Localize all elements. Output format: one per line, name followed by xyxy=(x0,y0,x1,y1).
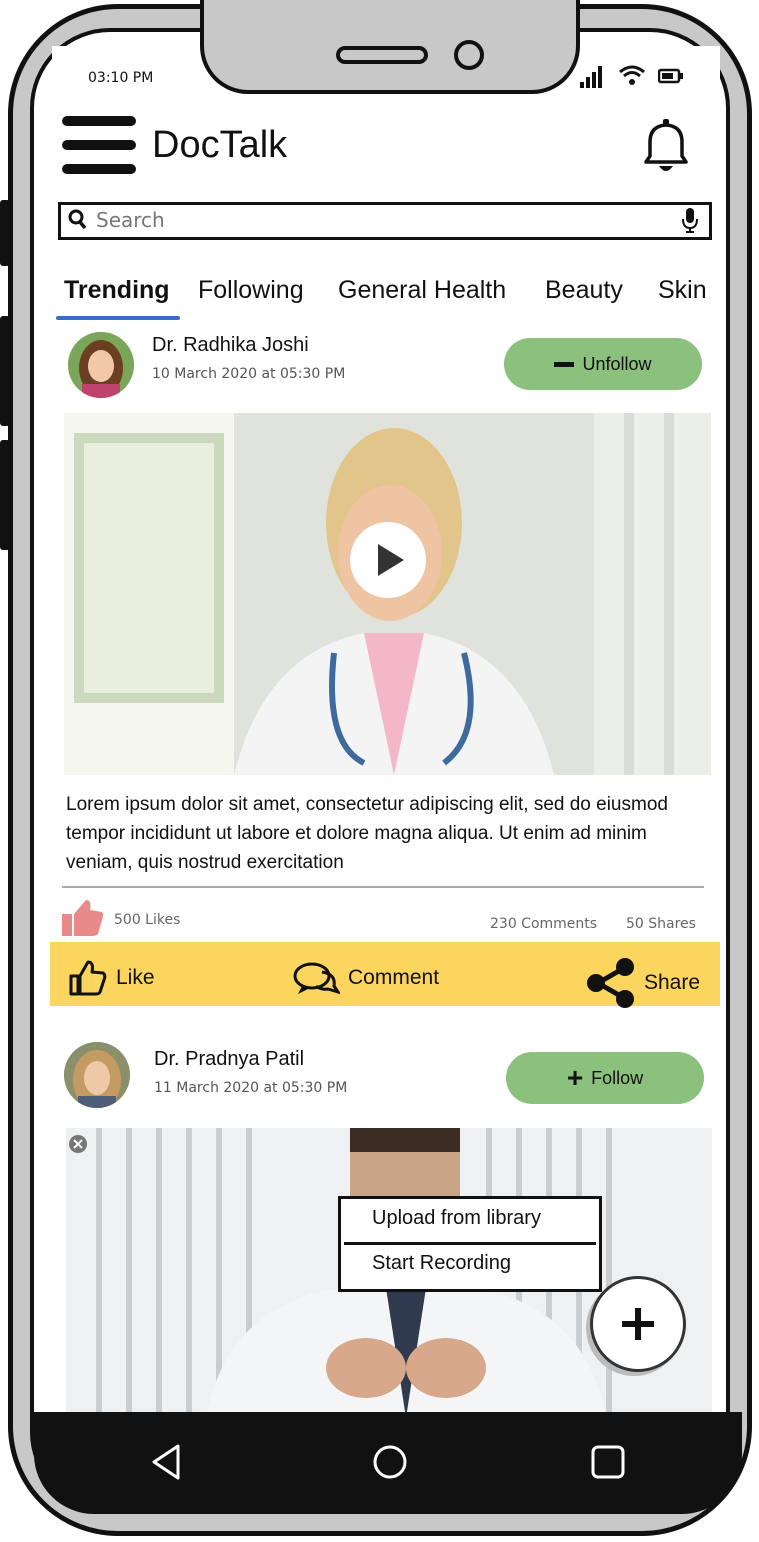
add-post-button[interactable] xyxy=(590,1276,686,1372)
upload-from-library-option[interactable]: Upload from library xyxy=(372,1207,541,1230)
recent-apps-icon[interactable] xyxy=(580,1434,636,1490)
active-tab-indicator xyxy=(56,316,180,320)
like-icon xyxy=(69,960,107,996)
camera-icon xyxy=(454,40,484,70)
author-name[interactable]: Dr. Pradnya Patil xyxy=(154,1048,304,1071)
wifi-icon xyxy=(618,64,646,90)
back-icon[interactable] xyxy=(138,1434,194,1490)
likes-count: 500 Likes xyxy=(114,912,181,928)
search-icon xyxy=(68,208,88,235)
plus-icon: + xyxy=(566,1062,584,1093)
comment-icon xyxy=(293,962,340,995)
microphone-icon[interactable] xyxy=(680,206,700,234)
play-button[interactable] xyxy=(350,522,426,598)
tab-skin[interactable]: Skin xyxy=(658,276,707,305)
plus-icon xyxy=(622,1308,654,1340)
post-body: Lorem ipsum dolor sit amet, consectetur … xyxy=(66,794,668,873)
close-icon[interactable] xyxy=(68,1134,88,1158)
comment-label: Comment xyxy=(348,966,440,989)
phone-side-button xyxy=(0,200,10,266)
follow-label: Follow xyxy=(591,1067,644,1088)
divider xyxy=(62,886,704,888)
thumbs-up-icon xyxy=(62,898,104,942)
battery-icon xyxy=(657,68,684,88)
tab-trending[interactable]: Trending xyxy=(64,276,170,305)
tab-general-health[interactable]: General Health xyxy=(338,276,506,305)
like-label: Like xyxy=(116,966,155,989)
menu-divider xyxy=(344,1242,596,1245)
signal-icon xyxy=(580,64,608,92)
share-button[interactable]: Share xyxy=(586,958,700,1008)
phone-side-button xyxy=(0,440,10,550)
avatar[interactable] xyxy=(64,1042,130,1108)
shares-count[interactable]: 50 Shares xyxy=(626,916,696,932)
speaker-icon xyxy=(336,46,428,64)
post-date: 10 March 2020 at 05:30 PM xyxy=(152,366,346,382)
share-label: Share xyxy=(644,971,701,994)
search-input[interactable] xyxy=(96,206,656,234)
avatar[interactable] xyxy=(68,332,134,398)
tab-following[interactable]: Following xyxy=(198,276,304,305)
play-icon xyxy=(378,544,404,576)
share-icon xyxy=(587,958,634,1008)
menu-icon[interactable] xyxy=(62,116,136,176)
unfollow-label: Unfollow xyxy=(582,353,652,374)
author-name[interactable]: Dr. Radhika Joshi xyxy=(152,334,309,357)
start-recording-option[interactable]: Start Recording xyxy=(372,1252,511,1275)
tab-beauty[interactable]: Beauty xyxy=(545,276,623,305)
minus-icon xyxy=(554,361,575,367)
unfollow-button[interactable]: Unfollow xyxy=(504,338,702,390)
post-date: 11 March 2020 at 05:30 PM xyxy=(154,1080,348,1096)
app-title: DocTalk xyxy=(152,124,288,166)
comment-button[interactable]: Comment xyxy=(292,958,439,998)
notification-bell-icon[interactable] xyxy=(636,116,696,178)
like-button[interactable]: Like xyxy=(68,958,155,998)
home-icon[interactable] xyxy=(362,1434,418,1490)
comments-count[interactable]: 230 Comments xyxy=(490,916,597,932)
follow-button[interactable]: + Follow xyxy=(506,1052,704,1104)
phone-side-button xyxy=(0,316,10,426)
status-time: 03:10 PM xyxy=(88,70,154,86)
